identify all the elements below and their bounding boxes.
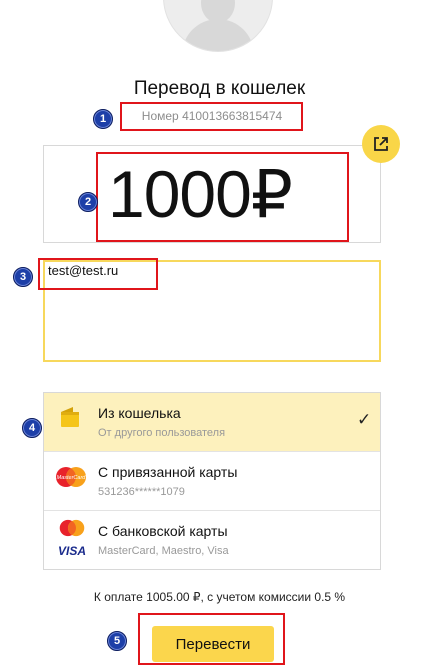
annotation-badge-3: 3 <box>13 267 33 287</box>
visa-icon: VISA <box>58 544 87 558</box>
option-sub: 531236******1079 <box>98 486 185 498</box>
highlight-box-2 <box>96 152 349 242</box>
option-linked-card[interactable]: MasterCard С привязанной карты 531236***… <box>44 452 380 510</box>
share-button[interactable] <box>362 125 400 163</box>
mastercard-wordmark: MasterCard <box>57 475 87 481</box>
option-sub: От другого пользователя <box>98 427 226 439</box>
option-sub: MasterCard, Maestro, Visa <box>98 545 229 557</box>
option-from-wallet[interactable]: Из кошелька От другого пользователя ✓ <box>44 393 380 451</box>
wallet-icon <box>61 407 79 427</box>
annotation-badge-5: 5 <box>107 631 127 651</box>
avatar-shoulders-shape <box>182 19 254 51</box>
mastercard-icon: MasterCard <box>56 467 87 487</box>
option-label: С привязанной карты <box>98 464 238 480</box>
annotation-badge-1: 1 <box>93 109 113 129</box>
option-bank-card[interactable]: VISA С банковской карты MasterCard, Maes… <box>44 511 380 569</box>
recipient-avatar <box>163 0 273 52</box>
check-icon: ✓ <box>357 410 372 429</box>
mastercard-icon <box>59 519 85 537</box>
option-label: С банковской карты <box>98 523 228 539</box>
highlight-box-1 <box>120 102 303 131</box>
annotation-badge-4: 4 <box>22 418 42 438</box>
highlight-box-3 <box>38 258 158 290</box>
total-amount-text: К оплате 1005.00 ₽, с учетом комиссии 0.… <box>93 590 346 604</box>
highlight-box-5 <box>138 613 285 665</box>
option-label: Из кошелька <box>98 405 181 421</box>
page-title: Перевод в кошелек <box>133 78 306 99</box>
annotation-badge-2: 2 <box>78 192 98 212</box>
external-link-icon <box>374 137 388 151</box>
